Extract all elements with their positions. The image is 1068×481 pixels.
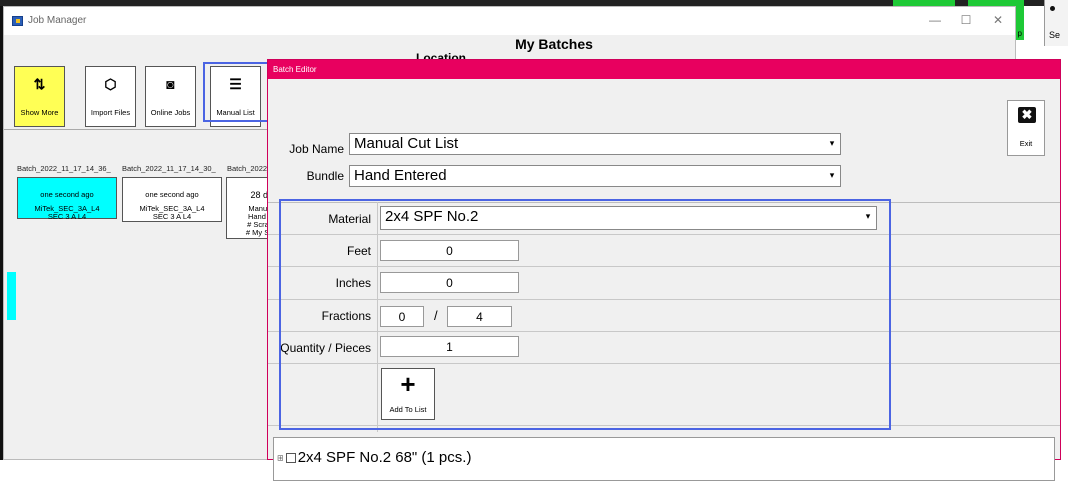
batch-card-1[interactable]: one second ago MiTek_SEC_3A_L4 SEC 3 A L… [17,177,117,221]
list-item[interactable]: ⊞ 2x4 SPF No.2 68" (1 pcs.) [277,449,471,466]
online-jobs-icon: ◙ [166,76,175,92]
cyan-marker [7,272,16,320]
online-jobs-label: Online Jobs [150,108,191,117]
cut-list[interactable]: ⊞ 2x4 SPF No.2 68" (1 pcs.) [273,437,1055,481]
minimize-button[interactable]: — [925,13,945,27]
batch-card-sub: SEC 3 A L4 [47,212,87,221]
show-more-button[interactable]: ⇅ Show More [14,66,65,127]
import-icon: ⬡ [104,76,117,92]
batch-editor-dialog: Batch Editor Job Name Manual Cut List ▾ … [267,59,1061,481]
window-title: Job Manager [28,15,87,26]
online-jobs-button[interactable]: ◙ Online Jobs [145,66,196,127]
close-icon: ✖ [1018,107,1036,123]
divider [4,129,270,130]
batch-editor-body: Job Name Manual Cut List ▾ Bundle Hand E… [268,79,1060,481]
import-files-label: Import Files [90,108,131,117]
batch-card-time: one second ago [145,190,199,199]
location-label: Location [416,51,466,59]
manual-list-highlight [203,62,269,122]
batch-editor-title: Batch Editor [273,65,317,74]
expand-icon[interactable]: ⊞ [277,454,284,463]
exit-label: Exit [1019,139,1033,148]
green-button-label: p [1017,29,1022,38]
item-checkbox[interactable] [285,453,296,464]
chevron-down-icon[interactable]: ▾ [824,166,840,186]
batch-editor-titlebar: Batch Editor [268,60,1060,79]
batch-card-2[interactable]: one second ago MiTek_SEC_3A_L4 SEC 3 A L… [122,177,222,222]
se-button[interactable]: Se [1044,0,1068,46]
material-panel-highlight [279,199,891,430]
batch-card-sub: SEC 3 A L4 [152,212,192,221]
page-title: My Batches [515,36,593,52]
close-button[interactable]: ✕ [988,13,1008,27]
app-icon [12,16,23,26]
bundle-label: Bundle [306,169,344,183]
chevron-down-icon[interactable]: ▾ [824,134,840,154]
se-button-label: Se [1049,30,1061,40]
bundle-combo[interactable]: Hand Entered ▾ [349,165,841,187]
batch-tab-3[interactable]: Batch_2022_ [227,164,269,176]
show-more-icon: ⇅ [33,76,46,92]
job-name-value: Manual Cut List [354,135,459,152]
show-more-label: Show More [20,108,59,117]
maximize-button[interactable]: ☐ [956,13,976,27]
bundle-value: Hand Entered [354,167,447,184]
batch-tab-2[interactable]: Batch_2022_11_17_14_30_ [122,164,225,176]
list-item-text: 2x4 SPF No.2 68" (1 pcs.) [297,449,472,466]
job-name-combo[interactable]: Manual Cut List ▾ [349,133,841,155]
exit-button[interactable]: ✖ Exit [1007,100,1045,156]
dot-icon [1050,6,1055,11]
import-files-button[interactable]: ⬡ Import Files [85,66,136,127]
batch-tab-1[interactable]: Batch_2022_11_17_14_36_ [17,164,120,176]
job-name-label: Job Name [289,142,344,156]
job-manager-titlebar: Job Manager — ☐ ✕ [4,7,1015,35]
batch-card-time: one second ago [40,190,94,199]
